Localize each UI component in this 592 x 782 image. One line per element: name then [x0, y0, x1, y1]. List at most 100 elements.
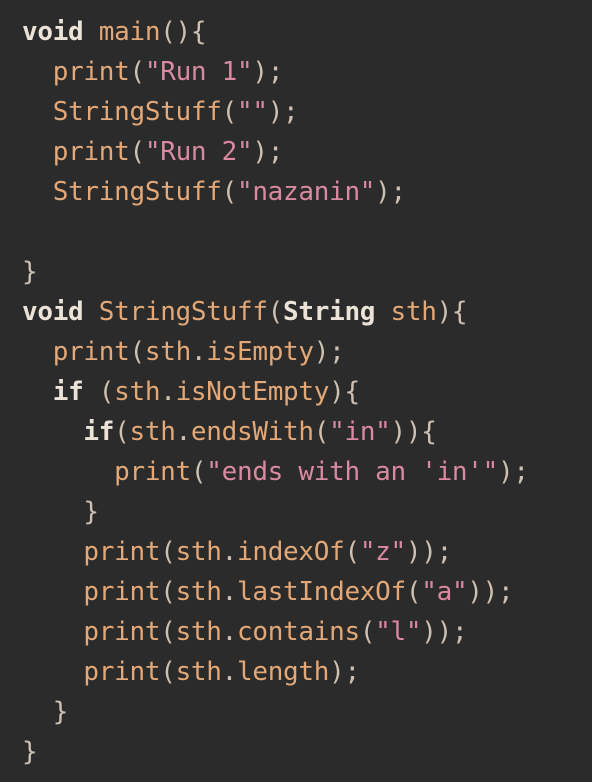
punctuation-token: . — [160, 377, 176, 407]
string-literal-token: "in" — [329, 417, 391, 447]
code-line: } — [22, 492, 592, 532]
punctuation-token: ( — [129, 57, 146, 87]
punctuation-token: ); — [313, 337, 345, 367]
punctuation-token: ( — [359, 617, 376, 647]
punctuation-token: ); — [252, 137, 284, 167]
code-line: if (sth.isNotEmpty){ — [22, 372, 592, 412]
code-line: print(sth.length); — [22, 652, 592, 692]
code-line: print("Run 1"); — [22, 52, 592, 92]
code-line: } — [22, 692, 592, 732]
code-line: StringStuff(""); — [22, 92, 592, 132]
keyword-token: if — [52, 377, 84, 407]
string-literal-token: "" — [236, 97, 268, 127]
punctuation-token: )); — [421, 617, 468, 647]
keyword-token: void — [22, 17, 84, 47]
code-line: print(sth.lastIndexOf("a")); — [22, 572, 592, 612]
type-token: String — [283, 297, 376, 327]
punctuation-token: )); — [405, 537, 452, 567]
punctuation-token: ){ — [436, 297, 468, 327]
code-line: if(sth.endsWith("in")){ — [22, 412, 592, 452]
punctuation-token: ( — [160, 537, 176, 567]
punctuation-token: . — [221, 657, 238, 687]
punctuation-token: } — [22, 257, 38, 287]
identifier-token: sth — [175, 537, 222, 567]
code-line: void StringStuff(String sth){ — [22, 292, 592, 332]
punctuation-token: ( — [114, 417, 130, 447]
identifier-token: sth — [144, 337, 191, 367]
keyword-token: if — [83, 417, 115, 447]
string-literal-token: "nazanin" — [236, 177, 376, 207]
string-literal-token: "z" — [359, 537, 406, 567]
punctuation-token: ); — [267, 97, 299, 127]
string-literal-token: "Run 1" — [144, 57, 253, 87]
identifier-token: print — [83, 537, 161, 567]
identifier-token: sth — [390, 297, 437, 327]
code-line: } — [22, 732, 592, 772]
code-editor[interactable]: void main(){ print("Run 1"); StringStuff… — [0, 0, 592, 782]
punctuation-token: } — [22, 737, 38, 767]
identifier-token: print — [83, 657, 161, 687]
identifier-token: print — [83, 617, 161, 647]
code-line: print(sth.indexOf("z")); — [22, 532, 592, 572]
identifier-token: print — [83, 577, 161, 607]
punctuation-token: ( — [160, 657, 176, 687]
punctuation-token: )); — [467, 577, 514, 607]
code-line: print(sth.isEmpty); — [22, 332, 592, 372]
punctuation-token: } — [83, 497, 99, 527]
punctuation-token: . — [221, 617, 238, 647]
identifier-token: print — [52, 57, 130, 87]
code-line: StringStuff("nazanin"); — [22, 172, 592, 212]
identifier-token: StringStuff — [52, 177, 222, 207]
identifier-token: print — [52, 337, 130, 367]
punctuation-token: ( — [98, 377, 115, 407]
string-literal-token: "ends with an 'in'" — [206, 457, 498, 487]
code-line: print("ends with an 'in'"); — [22, 452, 592, 492]
identifier-token: print — [114, 457, 191, 487]
identifier-token: sth — [175, 617, 222, 647]
string-literal-token: "l" — [375, 617, 422, 647]
punctuation-token: ( — [160, 577, 176, 607]
punctuation-token: ){ — [329, 377, 360, 407]
identifier-token: print — [52, 137, 130, 167]
punctuation-token: ); — [329, 657, 360, 687]
keyword-token: void — [22, 297, 84, 327]
punctuation-token: . — [175, 417, 192, 447]
identifier-token: sth — [175, 657, 222, 687]
punctuation-token: ); — [375, 177, 406, 207]
identifier-token: length — [236, 657, 330, 687]
punctuation-token: } — [52, 697, 69, 727]
punctuation-token: ( — [405, 577, 422, 607]
punctuation-token: ( — [313, 417, 330, 447]
identifier-token: sth — [175, 577, 222, 607]
code-block[interactable]: void main(){ print("Run 1"); StringStuff… — [22, 12, 592, 772]
code-line: print(sth.contains("l")); — [22, 612, 592, 652]
identifier-token: isNotEmpty — [175, 377, 330, 407]
identifier-token: isEmpty — [206, 337, 314, 367]
punctuation-token: (){ — [160, 17, 207, 47]
punctuation-token: ( — [344, 537, 360, 567]
identifier-token: main — [98, 17, 161, 47]
punctuation-token: . — [221, 577, 238, 607]
code-line: print("Run 2"); — [22, 132, 592, 172]
string-literal-token: "a" — [421, 577, 468, 607]
string-literal-token: "Run 2" — [144, 137, 253, 167]
punctuation-token: . — [221, 537, 238, 567]
punctuation-token: ( — [190, 457, 207, 487]
code-line: } — [22, 252, 592, 292]
